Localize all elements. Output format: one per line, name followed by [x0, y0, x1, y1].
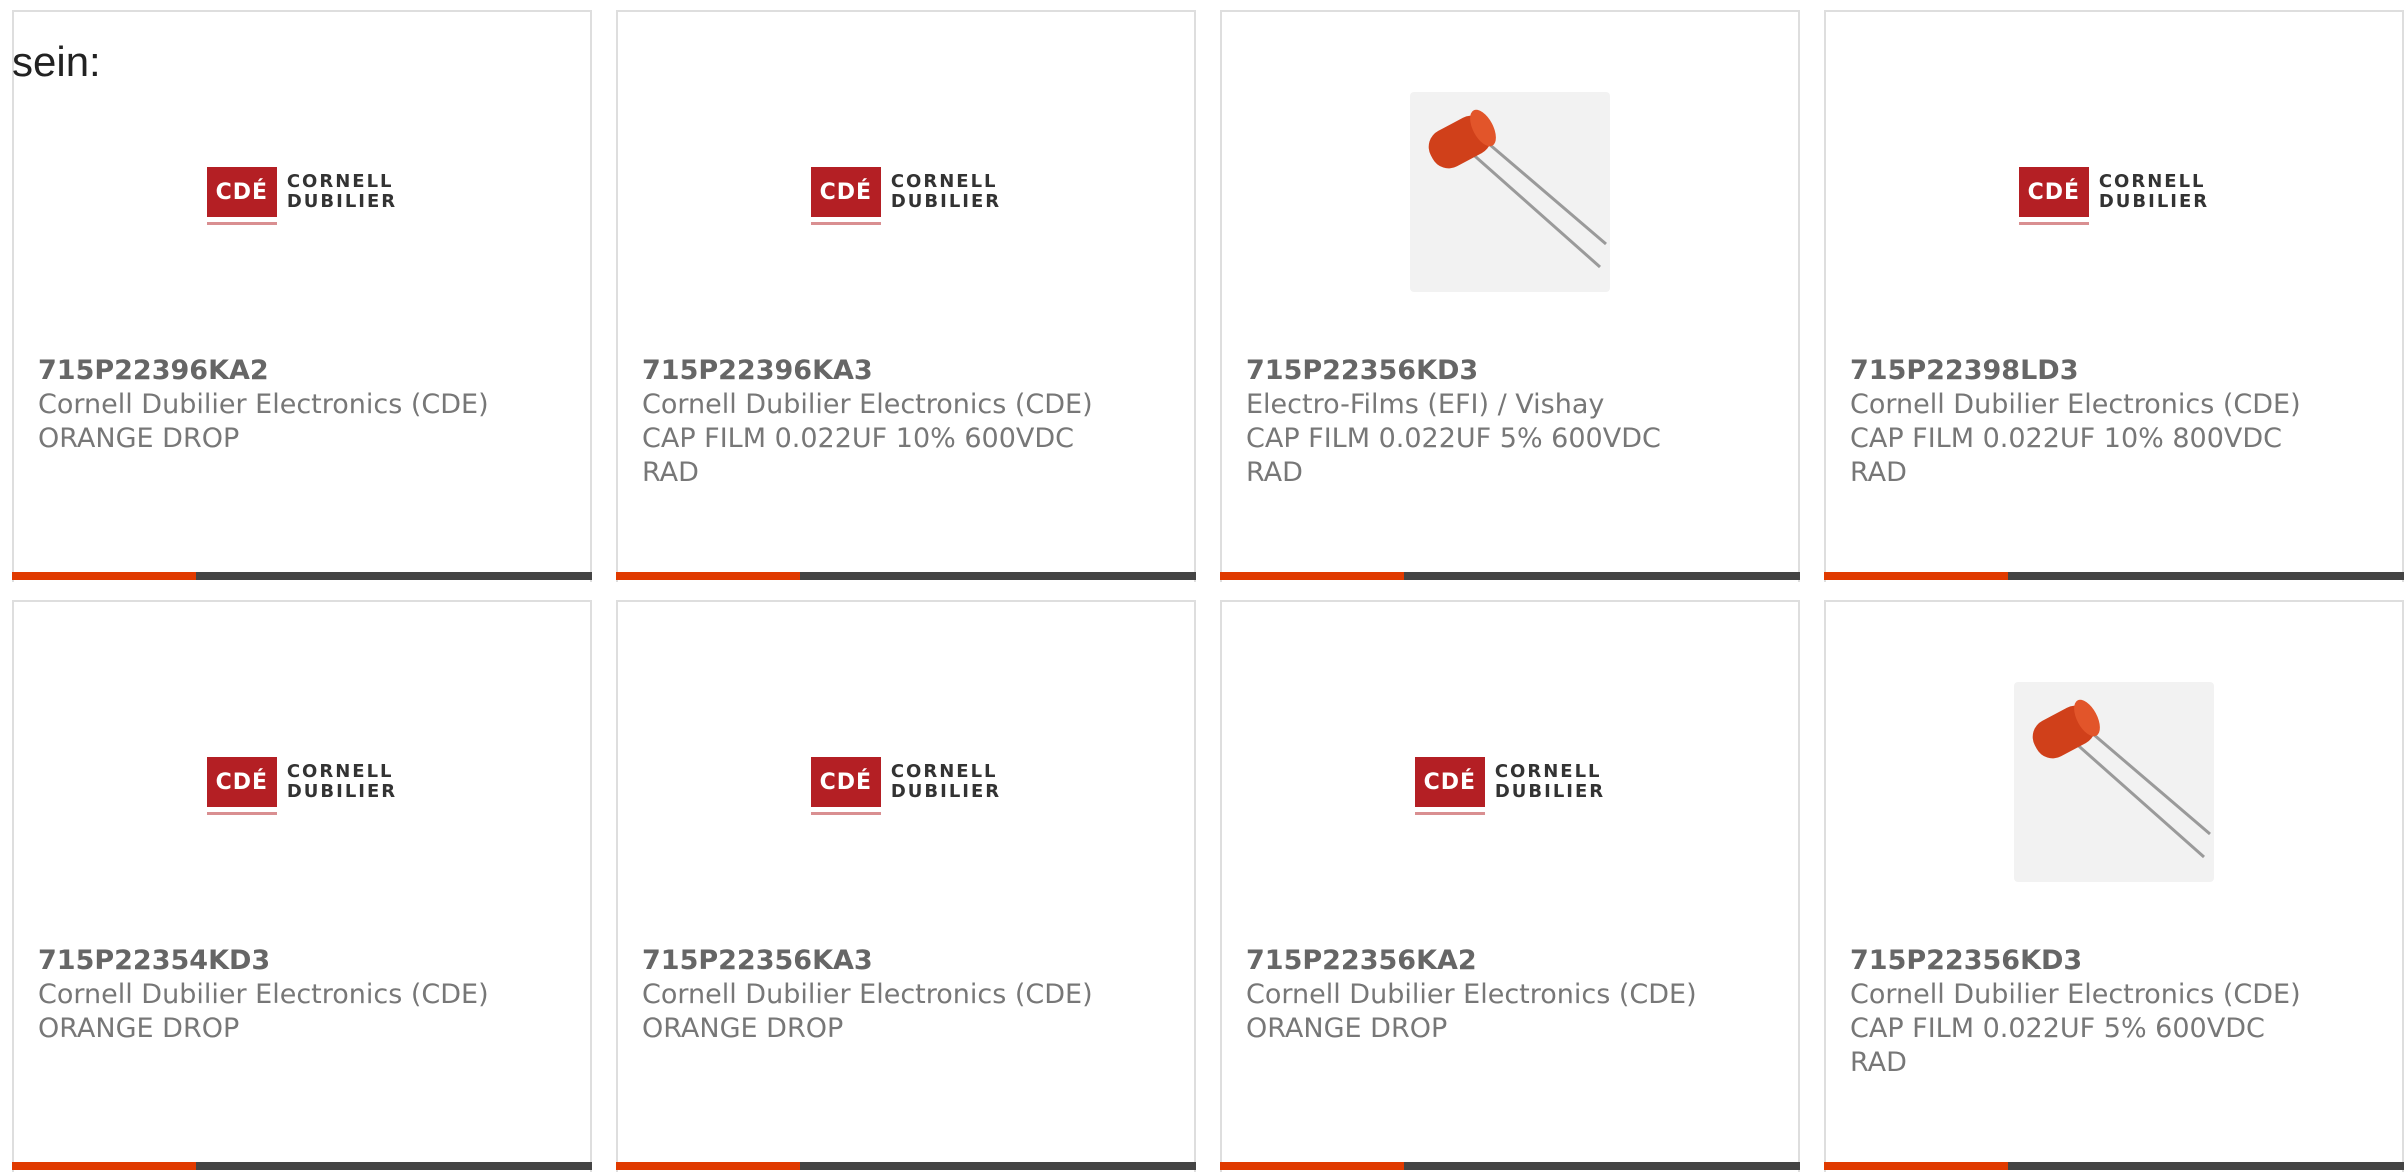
product-info: 715P22396KA2 Cornell Dubilier Electronics… — [38, 354, 498, 456]
product-card[interactable]: CDÉ CORNELL DUBILIER 715P22398LD3 Cornell Du… — [1824, 10, 2404, 582]
card-footer-bar — [12, 572, 592, 580]
capacitor-photo — [1410, 92, 1610, 292]
product-part-number[interactable]: 715P22356KA3 — [642, 944, 1102, 978]
product-info: 715P22354KD3 Cornell Dubilier Electronics… — [38, 944, 498, 1046]
product-card[interactable]: CDÉ CORNELL DUBILIER 715P22354KD3 Cornell Du… — [12, 600, 592, 1172]
card-footer-bar — [1824, 1162, 2404, 1170]
product-part-number[interactable]: 715P22396KA2 — [38, 354, 498, 388]
product-info: 715P22356KD3 Cornell Dubilier Electronics… — [1850, 944, 2310, 1080]
product-info: 715P22396KA3 Cornell Dubilier Electronics… — [642, 354, 1102, 490]
product-card[interactable]: CDÉ CORNELL DUBILIER 715P22396KA3 Cornell Du… — [616, 10, 1196, 582]
card-footer-bar — [1220, 1162, 1800, 1170]
product-part-number[interactable]: 715P22356KA2 — [1246, 944, 1706, 978]
cde-logo-words: CORNELL DUBILIER — [890, 171, 1002, 212]
cde-logo-mark: CDÉ — [2018, 167, 2089, 225]
product-image[interactable]: CDÉ CORNELL DUBILIER — [14, 72, 590, 312]
product-image[interactable]: CDÉ CORNELL DUBILIER — [14, 662, 590, 902]
product-manufacturer: Cornell Dubilier Electronics (CDE) — [1850, 389, 2301, 420]
product-image[interactable]: CDÉ CORNELL DUBILIER — [1826, 72, 2402, 312]
product-description: ORANGE DROP — [642, 1013, 844, 1044]
product-info: 715P22356KA3 Cornell Dubilier Electronics… — [642, 944, 1102, 1046]
product-card[interactable]: 715P22356KD3 Cornell Dubilier Electronics… — [1824, 600, 2404, 1172]
product-manufacturer: Cornell Dubilier Electronics (CDE) — [38, 979, 489, 1010]
product-card[interactable]: CDÉ CORNELL DUBILIER 715P22356KA3 Cornell Du… — [616, 600, 1196, 1172]
product-description: CAP FILM 0.022UF 10% 600VDC RAD — [642, 423, 1075, 488]
product-card[interactable]: CDÉ CORNELL DUBILIER 715P22356KA2 Cornell Du… — [1220, 600, 1800, 1172]
product-description: CAP FILM 0.022UF 5% 600VDC RAD — [1246, 423, 1661, 488]
product-image[interactable] — [1222, 72, 1798, 312]
product-description: CAP FILM 0.022UF 5% 600VDC RAD — [1850, 1013, 2265, 1078]
product-part-number[interactable]: 715P22398LD3 — [1850, 354, 2310, 388]
product-image[interactable]: CDÉ CORNELL DUBILIER — [618, 662, 1194, 902]
product-description: ORANGE DROP — [38, 1013, 240, 1044]
card-accent-bar — [1220, 1162, 1404, 1170]
cde-logo-mark: CDÉ — [810, 757, 881, 815]
card-accent-bar — [1824, 572, 2008, 580]
product-image[interactable]: CDÉ CORNELL DUBILIER — [1222, 662, 1798, 902]
product-image[interactable] — [1826, 662, 2402, 902]
card-accent-bar — [12, 572, 196, 580]
product-manufacturer: Cornell Dubilier Electronics (CDE) — [38, 389, 489, 420]
product-manufacturer: Cornell Dubilier Electronics (CDE) — [1246, 979, 1697, 1010]
cde-logo-mark: CDÉ — [1414, 757, 1485, 815]
cde-logo: CDÉ CORNELL DUBILIER — [2018, 167, 2210, 225]
product-manufacturer: Cornell Dubilier Electronics (CDE) — [642, 389, 1093, 420]
card-footer-bar — [1220, 572, 1800, 580]
product-part-number[interactable]: 715P22396KA3 — [642, 354, 1102, 388]
product-card[interactable]: 715P22356KD3 Electro-Films (EFI) / Vishay… — [1220, 10, 1800, 582]
card-footer-bar — [12, 1162, 592, 1170]
product-info: 715P22398LD3 Cornell Dubilier Electronics… — [1850, 354, 2310, 490]
product-manufacturer: Cornell Dubilier Electronics (CDE) — [642, 979, 1093, 1010]
card-accent-bar — [616, 572, 800, 580]
card-accent-bar — [616, 1162, 800, 1170]
product-part-number[interactable]: 715P22356KD3 — [1850, 944, 2310, 978]
card-accent-bar — [1824, 1162, 2008, 1170]
cde-logo: CDÉ CORNELL DUBILIER — [810, 167, 1002, 225]
cde-logo-words: CORNELL DUBILIER — [286, 761, 398, 802]
cde-logo: CDÉ CORNELL DUBILIER — [206, 167, 398, 225]
cde-logo: CDÉ CORNELL DUBILIER — [810, 757, 1002, 815]
product-image[interactable]: CDÉ CORNELL DUBILIER — [618, 72, 1194, 312]
product-part-number[interactable]: 715P22354KD3 — [38, 944, 498, 978]
product-description: ORANGE DROP — [38, 423, 240, 454]
product-manufacturer: Cornell Dubilier Electronics (CDE) — [1850, 979, 2301, 1010]
card-footer-bar — [616, 1162, 1196, 1170]
cde-logo: CDÉ CORNELL DUBILIER — [206, 757, 398, 815]
product-description: CAP FILM 0.022UF 10% 800VDC RAD — [1850, 423, 2283, 488]
product-description: ORANGE DROP — [1246, 1013, 1448, 1044]
card-footer-bar — [616, 572, 1196, 580]
cde-logo-mark: CDÉ — [810, 167, 881, 225]
card-accent-bar — [1220, 572, 1404, 580]
product-part-number[interactable]: 715P22356KD3 — [1246, 354, 1706, 388]
capacitor-photo — [2014, 682, 2214, 882]
product-info: 715P22356KA2 Cornell Dubilier Electronics… — [1246, 944, 1706, 1046]
cde-logo: CDÉ CORNELL DUBILIER — [1414, 757, 1606, 815]
intro-text: sein: — [12, 38, 101, 85]
cde-logo-mark: CDÉ — [206, 757, 277, 815]
product-card[interactable]: CDÉ CORNELL DUBILIER 715P22396KA2 Cornell Du… — [12, 10, 592, 582]
cde-logo-words: CORNELL DUBILIER — [286, 171, 398, 212]
product-info: 715P22356KD3 Electro-Films (EFI) / Vishay… — [1246, 354, 1706, 490]
card-footer-bar — [1824, 572, 2404, 580]
card-accent-bar — [12, 1162, 196, 1170]
product-manufacturer: Electro-Films (EFI) / Vishay — [1246, 389, 1605, 420]
cde-logo-words: CORNELL DUBILIER — [890, 761, 1002, 802]
cde-logo-words: CORNELL DUBILIER — [1494, 761, 1606, 802]
cde-logo-words: CORNELL DUBILIER — [2098, 171, 2210, 212]
cde-logo-mark: CDÉ — [206, 167, 277, 225]
